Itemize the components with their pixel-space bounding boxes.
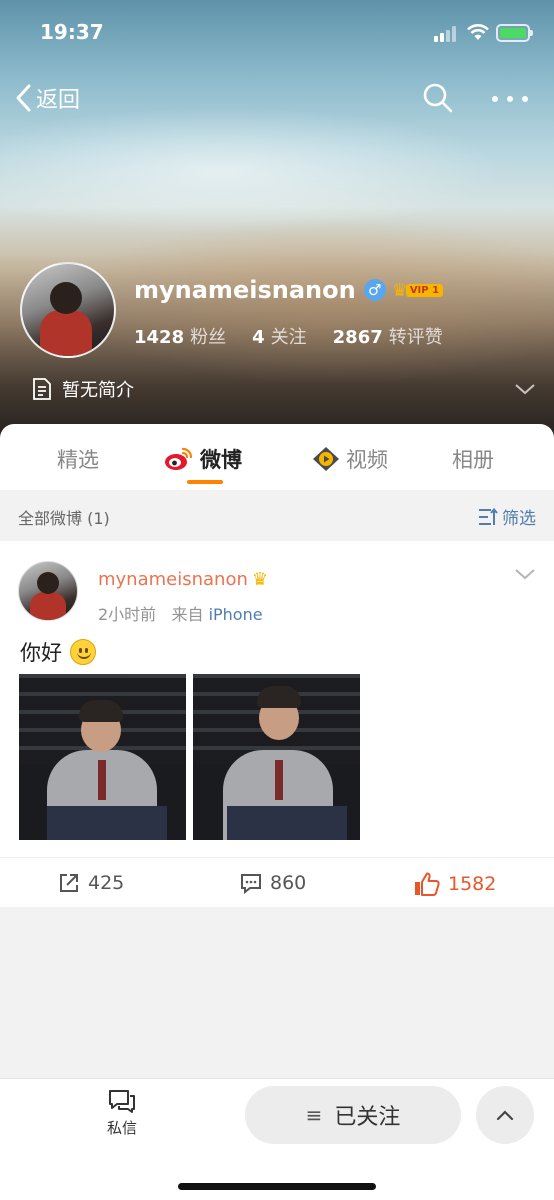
battery-icon xyxy=(496,24,533,42)
reposts-likes-stat[interactable]: 2867 转评赞 xyxy=(333,323,443,349)
repost-button[interactable]: 425 xyxy=(58,872,124,894)
filter-icon xyxy=(479,507,498,525)
more-options-button[interactable] xyxy=(490,84,530,112)
post-card[interactable]: mynameisnanon ♛ 2小时前 来自 iPhone 你好 425 86… xyxy=(0,541,554,907)
post-avatar[interactable] xyxy=(18,561,78,621)
profile-tabs: 精选 微博 视频 相册 xyxy=(0,424,554,490)
post-username: mynameisnanon xyxy=(98,569,248,590)
smile-emoji-icon xyxy=(70,639,96,665)
post-source[interactable]: iPhone xyxy=(209,605,263,624)
all-posts-count: 全部微博 (1) xyxy=(18,509,110,528)
home-indicator xyxy=(178,1183,376,1190)
profile-stats: 1428 粉丝 4 关注 2867 转评赞 xyxy=(134,323,469,349)
message-icon xyxy=(109,1090,135,1113)
profile-username-row: mynameisnanon ♂ ♛ VIP 1 xyxy=(134,276,444,304)
bio-text: 暂无简介 xyxy=(62,380,134,401)
active-tab-indicator xyxy=(187,480,223,484)
message-button[interactable]: 私信 xyxy=(92,1089,152,1145)
tab-featured[interactable]: 精选 xyxy=(57,444,99,474)
male-gender-icon: ♂ xyxy=(363,279,386,301)
profile-username: mynameisnanon xyxy=(134,276,356,304)
bottom-bar: 私信 ≡ 已关注 xyxy=(0,1078,554,1200)
profile-avatar[interactable] xyxy=(20,262,116,358)
document-icon xyxy=(33,378,51,400)
post-image[interactable] xyxy=(19,674,186,840)
scroll-to-top-button[interactable] xyxy=(476,1086,534,1144)
vip-level-label: VIP 1 xyxy=(405,283,444,297)
tab-videos[interactable]: 视频 xyxy=(312,444,388,474)
tab-weibo[interactable]: 微博 xyxy=(164,444,242,474)
post-meta: 2小时前 来自 iPhone xyxy=(98,601,263,625)
vip-badge[interactable]: ♛ VIP 1 xyxy=(392,280,444,301)
signal-icon xyxy=(434,26,458,42)
back-label: 返回 xyxy=(36,88,81,113)
post-actions: 425 860 1582 xyxy=(0,857,554,907)
fans-stat[interactable]: 1428 粉丝 xyxy=(134,323,226,349)
message-label: 私信 xyxy=(106,1119,137,1137)
share-icon xyxy=(60,874,78,892)
post-source-prefix: 来自 xyxy=(171,605,204,624)
following-stat[interactable]: 4 关注 xyxy=(252,323,307,349)
comment-icon xyxy=(241,874,261,894)
chevron-down-icon[interactable] xyxy=(514,382,536,396)
filter-bar: 全部微博 (1) 筛选 xyxy=(0,490,554,541)
search-icon[interactable] xyxy=(422,82,454,114)
weibo-logo-icon xyxy=(165,447,193,470)
following-status-button[interactable]: ≡ 已关注 xyxy=(245,1086,461,1144)
post-time: 2小时前 xyxy=(98,605,157,624)
back-button[interactable]: 返回 xyxy=(14,80,80,116)
profile-bio: 暂无简介 xyxy=(32,376,134,402)
crown-icon: ♛ xyxy=(251,569,269,590)
post-image[interactable] xyxy=(193,674,360,840)
filter-button[interactable]: 筛选 xyxy=(478,504,536,529)
comment-button[interactable]: 860 xyxy=(240,872,306,894)
chevron-up-icon xyxy=(496,1110,514,1121)
chevron-left-icon xyxy=(16,84,31,112)
menu-icon: ≡ xyxy=(305,1103,323,1127)
post-username-row[interactable]: mynameisnanon ♛ xyxy=(98,569,268,590)
wifi-icon xyxy=(467,24,489,40)
chevron-down-icon[interactable] xyxy=(514,567,536,581)
like-button[interactable]: 1582 xyxy=(414,872,496,896)
tab-albums[interactable]: 相册 xyxy=(452,444,494,474)
video-icon xyxy=(313,447,339,471)
status-time: 19:37 xyxy=(40,20,104,44)
thumbs-up-icon xyxy=(415,872,440,896)
post-text: 你好 xyxy=(20,637,96,667)
status-bar: 19:37 xyxy=(0,0,554,66)
